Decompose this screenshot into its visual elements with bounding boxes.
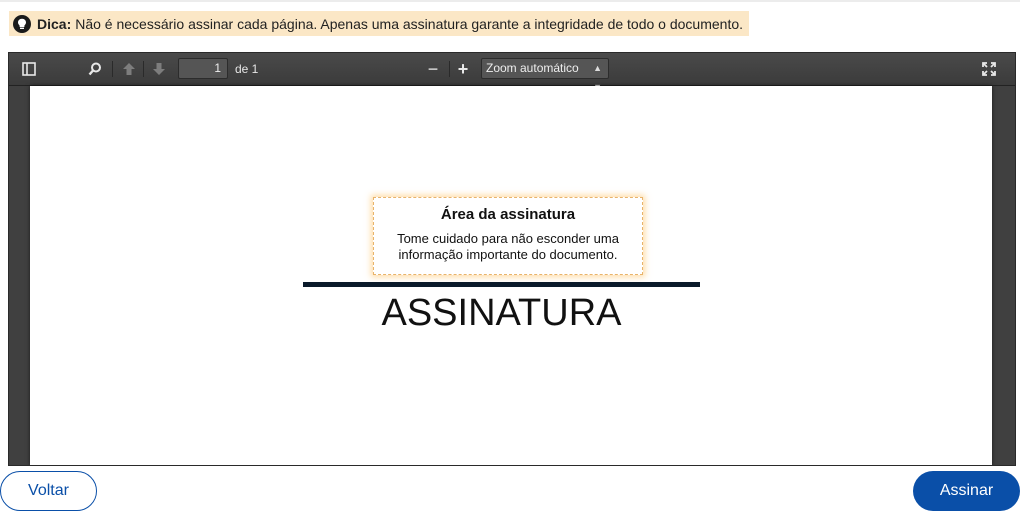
page-number-input[interactable]: 1 <box>178 58 228 79</box>
signature-area[interactable]: Área da assinatura Tome cuidado para não… <box>373 197 643 275</box>
pdf-toolbar: 1 de 1 − + Zoom automático ▲▼ <box>9 53 1015 92</box>
signature-area-desc-line: informação importante do documento. <box>398 247 618 262</box>
zoom-select[interactable]: Zoom automático ▲▼ <box>481 58 609 92</box>
zoom-out-icon[interactable]: − <box>421 57 445 81</box>
back-button[interactable]: Voltar <box>0 471 97 511</box>
tip-text: Não é necessário assinar cada página. Ap… <box>75 15 744 32</box>
sidebar-toggle-icon[interactable] <box>17 57 41 81</box>
signature-area-description: Tome cuidado para não esconder uma infor… <box>374 231 642 263</box>
signature-area-title: Área da assinatura <box>440 206 576 223</box>
toolbar-separator <box>112 61 113 77</box>
signature-line <box>303 282 700 287</box>
sign-button[interactable]: Assinar <box>913 471 1020 511</box>
signature-label: ASSINATURA <box>381 292 622 334</box>
lightbulb-icon <box>13 14 31 33</box>
tip-banner: Dica: Não é necessário assinar cada pági… <box>9 11 750 36</box>
toolbar-separator <box>449 61 450 77</box>
pdf-page: Área da assinatura Tome cuidado para não… <box>30 86 992 465</box>
arrow-down-icon[interactable] <box>147 57 171 81</box>
fullscreen-icon[interactable] <box>977 57 1001 81</box>
page-count-label: de 1 <box>235 62 259 76</box>
zoom-select-value: Zoom automático <box>486 61 579 75</box>
signature-area-desc-line: Tome cuidado para não esconder uma <box>397 231 619 246</box>
tip-label: Dica: <box>37 15 72 32</box>
zoom-in-icon[interactable]: + <box>451 57 475 81</box>
top-divider <box>0 0 1020 2</box>
arrow-up-icon[interactable] <box>117 57 141 81</box>
pdf-viewer: 1 de 1 − + Zoom automático ▲▼ Área da as… <box>8 52 1016 466</box>
toolbar-separator <box>143 61 144 77</box>
search-icon[interactable] <box>83 57 107 81</box>
